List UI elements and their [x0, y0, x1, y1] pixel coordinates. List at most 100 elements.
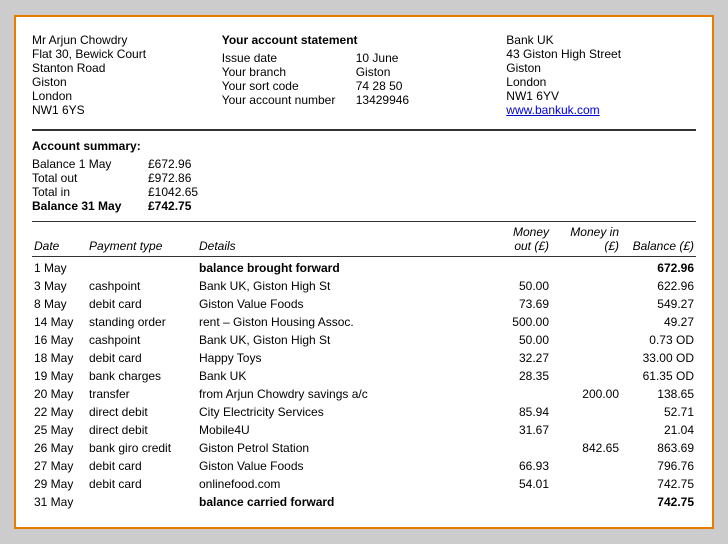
cell-balance: 742.75 [621, 475, 696, 493]
bank-statement: Mr Arjun Chowdry Flat 30, Bewick Court S… [14, 15, 714, 529]
summary-rows: Balance 1 May£672.96Total out£972.86Tota… [32, 157, 696, 213]
summary-label: Total out [32, 171, 132, 185]
transactions-table: Date Payment type Details Moneyout (£) M… [32, 221, 696, 511]
issue-date-label: Issue date [222, 51, 352, 65]
cell-balance: 61.35 OD [621, 367, 696, 385]
cell-details: Giston Value Foods [197, 295, 481, 313]
issue-date-row: Issue date 10 June [222, 51, 507, 65]
table-row: 16 MaycashpointBank UK, Giston High St50… [32, 331, 696, 349]
cell-out: 28.35 [481, 367, 551, 385]
table-header-row: Date Payment type Details Moneyout (£) M… [32, 222, 696, 257]
cell-balance: 742.75 [621, 493, 696, 511]
col-header-balance: Balance (£) [621, 222, 696, 257]
cell-type: cashpoint [87, 277, 197, 295]
cell-type: direct debit [87, 403, 197, 421]
table-row: 3 MaycashpointBank UK, Giston High St50.… [32, 277, 696, 295]
cell-date: 16 May [32, 331, 87, 349]
cell-balance: 796.76 [621, 457, 696, 475]
summary-row: Total in £1042.65 [32, 185, 696, 199]
table-row: 25 Maydirect debitMobile4U31.6721.04 [32, 421, 696, 439]
header-section: Mr Arjun Chowdry Flat 30, Bewick Court S… [32, 33, 696, 117]
cell-type: debit card [87, 457, 197, 475]
statement-title: Your account statement [222, 33, 507, 47]
summary-value: £742.75 [148, 199, 191, 213]
account-details-section: Your account statement Issue date 10 Jun… [222, 33, 507, 117]
cell-in: 842.65 [551, 439, 621, 457]
col-header-out: Moneyout (£) [481, 222, 551, 257]
cell-details: Bank UK, Giston High St [197, 277, 481, 295]
cell-out: 66.93 [481, 457, 551, 475]
cell-date: 25 May [32, 421, 87, 439]
cell-out: 73.69 [481, 295, 551, 313]
cell-type: debit card [87, 475, 197, 493]
cell-in [551, 349, 621, 367]
customer-name: Mr Arjun Chowdry [32, 33, 222, 47]
cell-in [551, 331, 621, 349]
header-divider [32, 129, 696, 131]
cell-type: direct debit [87, 421, 197, 439]
summary-value: £672.96 [148, 157, 191, 171]
address-line2: Stanton Road [32, 61, 222, 75]
cell-date: 22 May [32, 403, 87, 421]
cell-type [87, 493, 197, 511]
table-row: 26 Maybank giro creditGiston Petrol Stat… [32, 439, 696, 457]
cell-out [481, 439, 551, 457]
cell-balance: 49.27 [621, 313, 696, 331]
account-number-row: Your account number 13429946 [222, 93, 507, 107]
account-summary: Account summary: Balance 1 May £672.96 Tot… [32, 139, 696, 213]
summary-title: Account summary: [32, 139, 696, 153]
cell-date: 29 May [32, 475, 87, 493]
cell-balance: 21.04 [621, 421, 696, 439]
bank-addr3: London [506, 75, 696, 89]
table-row: 22 Maydirect debitCity Electricity Servi… [32, 403, 696, 421]
cell-out [481, 257, 551, 278]
summary-label: Balance 1 May [32, 157, 132, 171]
cell-in [551, 257, 621, 278]
cell-details: Bank UK, Giston High St [197, 331, 481, 349]
address-section: Mr Arjun Chowdry Flat 30, Bewick Court S… [32, 33, 222, 117]
bank-addr4: NW1 6YV [506, 89, 696, 103]
table-row: 1 Maybalance brought forward672.96 [32, 257, 696, 278]
col-header-details: Details [197, 222, 481, 257]
cell-details: Mobile4U [197, 421, 481, 439]
sort-code-row: Your sort code 74 28 50 [222, 79, 507, 93]
cell-type: debit card [87, 349, 197, 367]
cell-date: 3 May [32, 277, 87, 295]
address-line1: Flat 30, Bewick Court [32, 47, 222, 61]
branch-value: Giston [356, 65, 391, 79]
cell-in [551, 475, 621, 493]
summary-row: Balance 1 May £672.96 [32, 157, 696, 171]
cell-type: bank giro credit [87, 439, 197, 457]
summary-value: £1042.65 [148, 185, 198, 199]
sort-code-label: Your sort code [222, 79, 352, 93]
cell-balance: 33.00 OD [621, 349, 696, 367]
summary-label: Total in [32, 185, 132, 199]
cell-in [551, 295, 621, 313]
cell-details: rent – Giston Housing Assoc. [197, 313, 481, 331]
cell-details: onlinefood.com [197, 475, 481, 493]
cell-date: 1 May [32, 257, 87, 278]
table-row: 27 Maydebit cardGiston Value Foods66.937… [32, 457, 696, 475]
col-header-date: Date [32, 222, 87, 257]
cell-details: City Electricity Services [197, 403, 481, 421]
cell-details: from Arjun Chowdry savings a/c [197, 385, 481, 403]
cell-details: balance carried forward [197, 493, 481, 511]
cell-out [481, 493, 551, 511]
table-row: 14 Maystanding orderrent – Giston Housin… [32, 313, 696, 331]
cell-out [481, 385, 551, 403]
address-line4: London [32, 89, 222, 103]
table-row: 20 Maytransferfrom Arjun Chowdry savings… [32, 385, 696, 403]
issue-date-value: 10 June [356, 51, 399, 65]
bank-addr2: Giston [506, 61, 696, 75]
cell-balance: 52.71 [621, 403, 696, 421]
summary-label: Balance 31 May [32, 199, 132, 213]
account-number-label: Your account number [222, 93, 352, 107]
account-number-value: 13429946 [356, 93, 409, 107]
table-row: 29 Maydebit cardonlinefood.com54.01742.7… [32, 475, 696, 493]
cell-date: 31 May [32, 493, 87, 511]
cell-in: 200.00 [551, 385, 621, 403]
col-header-in: Money in(£) [551, 222, 621, 257]
cell-balance: 0.73 OD [621, 331, 696, 349]
bank-website[interactable]: www.bankuk.com [506, 103, 599, 117]
cell-details: Happy Toys [197, 349, 481, 367]
